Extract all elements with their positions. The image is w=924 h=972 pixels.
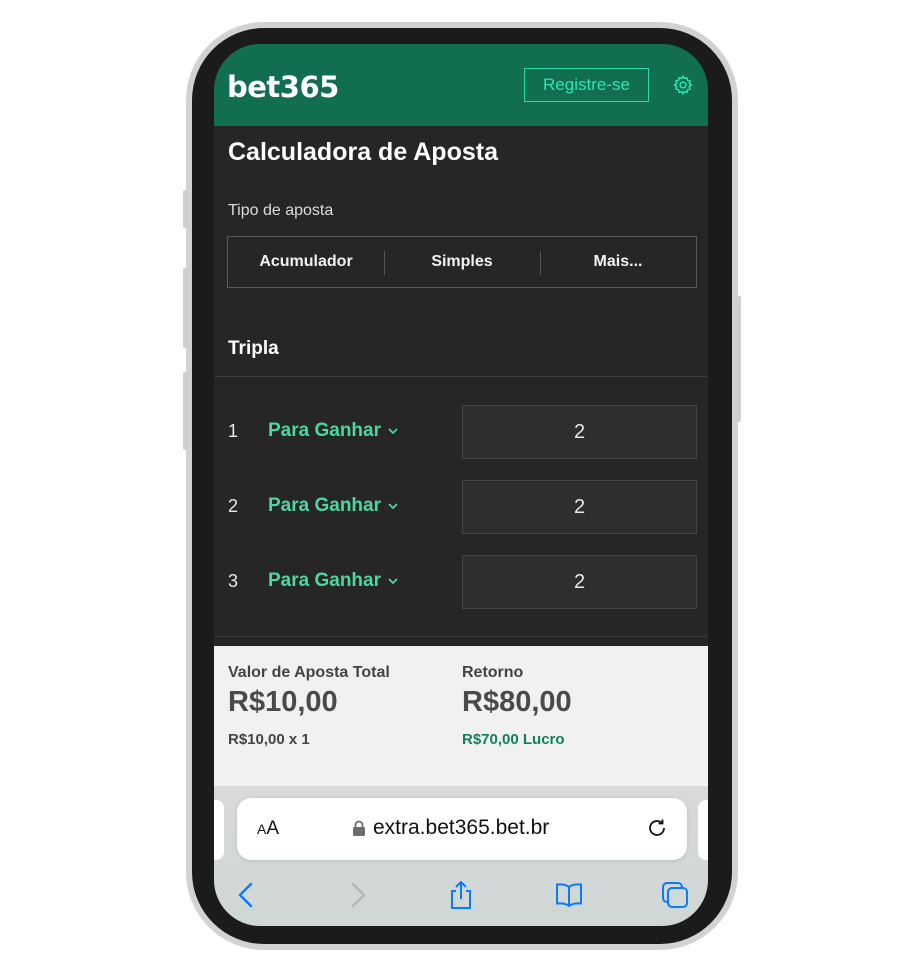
odds-input[interactable]: 2 [462,555,697,609]
odds-input[interactable]: 2 [462,405,697,459]
bet-type-accumulator[interactable]: Acumulador [228,253,384,271]
safari-toolbar: AA extra.bet365.bet.br [214,786,708,926]
chevron-down-icon [388,578,398,585]
bet-section-title: Tripla [228,338,279,359]
selection-row: 2 Para Ganhar 2 [214,480,708,534]
stake-detail: R$10,00 x 1 [228,731,310,748]
site-header: bet365 Registre-se [214,44,708,126]
selection-number: 3 [228,571,239,591]
divider [214,376,708,377]
bet-summary: Valor de Aposta Total R$10,00 R$10,00 x … [214,646,708,786]
bet365-logo[interactable]: bet365 [227,70,339,104]
market-dropdown[interactable]: Para Ganhar [268,570,399,592]
register-button[interactable]: Registre-se [524,68,649,102]
market-label: Para Ganhar [268,570,381,591]
gear-icon[interactable] [672,74,694,96]
market-dropdown[interactable]: Para Ganhar [268,495,399,517]
volume-down-button [183,372,188,450]
share-icon[interactable] [444,878,478,912]
back-icon[interactable] [230,878,264,912]
stake-label: Valor de Aposta Total [228,664,390,681]
previous-tab-preview[interactable] [214,800,224,860]
return-summary: Retorno R$80,00 R$70,00 Lucro [462,664,572,748]
lock-icon [353,820,365,836]
selection-row: 1 Para Ganhar 2 [214,405,708,459]
power-button [736,296,741,422]
url-display[interactable]: extra.bet365.bet.br [352,816,549,840]
volume-up-button [183,268,188,348]
screen: bet365 Registre-se Calculadora de Aposta… [214,44,708,926]
text-size-button[interactable]: AA [257,818,279,840]
url-text: extra.bet365.bet.br [373,816,550,839]
next-tab-preview[interactable] [698,800,708,860]
bet-type-label: Tipo de aposta [228,202,334,219]
market-label: Para Ganhar [268,420,381,441]
bet-type-singles[interactable]: Simples [384,251,540,275]
return-label: Retorno [462,664,524,681]
return-value: R$80,00 [462,686,572,718]
chevron-down-icon [388,428,398,435]
bookmarks-icon[interactable] [552,878,586,912]
address-bar[interactable]: AA extra.bet365.bet.br [237,798,687,860]
market-dropdown[interactable]: Para Ganhar [268,420,399,442]
stake-value: R$10,00 [228,686,338,718]
bet-type-selector: Acumulador Simples Mais... [227,236,697,288]
reload-icon[interactable] [645,816,669,840]
selection-number: 1 [228,421,239,441]
tabs-icon[interactable] [658,878,692,912]
selection-row: 3 Para Ganhar 2 [214,555,708,609]
selection-number: 2 [228,496,239,516]
market-label: Para Ganhar [268,495,381,516]
divider [214,636,708,637]
calculator-content: Calculadora de Aposta Tipo de aposta Acu… [214,126,708,646]
profit-value: R$70,00 Lucro [462,731,565,748]
odds-input[interactable]: 2 [462,480,697,534]
forward-icon[interactable] [340,878,374,912]
page-title: Calculadora de Aposta [228,138,498,166]
stake-summary: Valor de Aposta Total R$10,00 R$10,00 x … [228,664,390,748]
bet-type-more[interactable]: Mais... [540,251,696,275]
chevron-down-icon [388,503,398,510]
silent-switch [183,190,188,228]
